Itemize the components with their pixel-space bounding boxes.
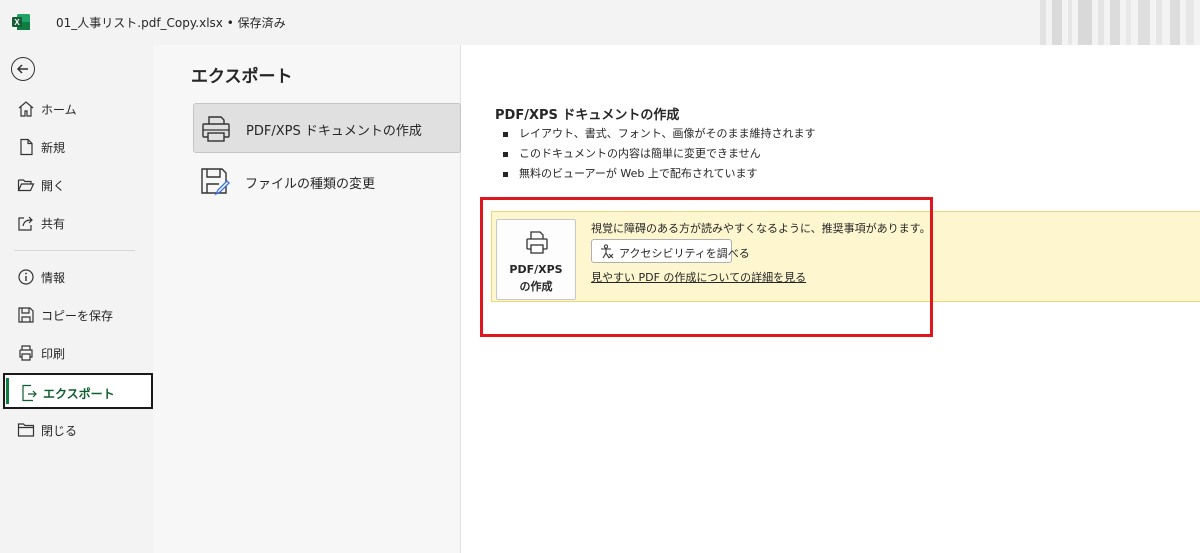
title-separator: • [226, 16, 234, 30]
check-accessibility-button[interactable]: アクセシビリティを調べる [591, 239, 750, 263]
sidebar-item-new[interactable]: 新規 [3, 129, 153, 165]
check-accessibility-label: アクセシビリティを調べる [619, 247, 750, 260]
sidebar-item-print[interactable]: 印刷 [3, 335, 153, 371]
create-pdf-xps-button[interactable]: PDF/XPS の作成 [496, 219, 576, 300]
file-name: 01_人事リスト.pdf_Copy.xlsx [56, 16, 223, 30]
home-icon [18, 101, 34, 117]
accessible-pdf-learn-more-link[interactable]: 見やすい PDF の作成についての詳細を見る [591, 269, 806, 285]
sidebar-item-label: 新規 [41, 141, 66, 155]
pdf-printer-icon [526, 231, 548, 254]
change-file-type-icon [201, 168, 230, 196]
option-label: ファイルの種類の変更 [245, 177, 376, 192]
sidebar-item-label: 印刷 [41, 347, 66, 361]
open-folder-icon [17, 179, 35, 192]
sidebar-item-label: 開く [41, 179, 66, 193]
option-create-pdf-xps[interactable]: PDF/XPS ドキュメントの作成 [193, 103, 461, 153]
sidebar-item-home[interactable]: ホーム [3, 91, 153, 127]
section-title: PDF/XPS ドキュメントの作成 [495, 108, 680, 123]
pdf-printer-icon [202, 116, 230, 142]
window-title: 01_人事リスト.pdf_Copy.xlsx • 保存済み [56, 14, 286, 31]
share-icon [18, 216, 33, 231]
close-folder-icon [17, 423, 35, 437]
print-icon [19, 345, 33, 361]
sidebar-item-open[interactable]: 開く [3, 167, 153, 203]
sidebar-item-label: ホーム [41, 103, 77, 117]
list-item: レイアウト、書式、フォント、画像がそのまま維持されます [495, 125, 816, 145]
new-file-icon [20, 138, 33, 156]
title-bar-decoration [1040, 0, 1194, 45]
accessibility-check-icon [601, 244, 614, 259]
sidebar-item-label: 閉じる [41, 424, 78, 438]
option-change-file-type[interactable]: ファイルの種類の変更 [193, 157, 461, 207]
save-status: 保存済み [237, 16, 286, 30]
sidebar-item-share[interactable]: 共有 [3, 205, 153, 241]
title-bar: X 01_人事リスト.pdf_Copy.xlsx • 保存済み [0, 0, 1200, 45]
pdf-xps-detail: PDF/XPS ドキュメントの作成 レイアウト、書式、フォント、画像がそのまま維… [491, 45, 1200, 553]
list-item: 無料のビューアーが Web 上で配布されています [495, 165, 816, 185]
back-arrow-icon [16, 64, 28, 74]
info-icon [18, 269, 34, 285]
backstage-sidebar: ホーム 新規 開く 共有 情報 コピーを保存 印刷 エクスポート 閉じる [0, 45, 153, 553]
svg-text:X: X [14, 18, 20, 27]
page-title: エクスポート [191, 67, 293, 87]
accessibility-notice: PDF/XPS の作成 視覚に障碍のある方が読みやすくなるように、推奨事項があり… [491, 211, 1200, 302]
export-options-panel: エクスポート PDF/XPS ドキュメントの作成 ファイルの種類の変更 [153, 45, 461, 553]
sidebar-item-label: コピーを保存 [41, 309, 114, 323]
option-label: PDF/XPS ドキュメントの作成 [246, 124, 422, 139]
list-item: このドキュメントの内容は簡単に変更できません [495, 145, 816, 165]
sidebar-item-info[interactable]: 情報 [3, 259, 153, 295]
sidebar-item-save-copy[interactable]: コピーを保存 [3, 297, 153, 333]
feature-list: レイアウト、書式、フォント、画像がそのまま維持されます このドキュメントの内容は… [495, 125, 816, 185]
excel-icon: X [12, 14, 30, 30]
notice-message: 視覚に障碍のある方が読みやすくなるように、推奨事項があります。 [591, 222, 931, 235]
sidebar-divider [14, 250, 135, 251]
main-area: エクスポート PDF/XPS ドキュメントの作成 ファイルの種類の変更 PDF/… [153, 45, 1200, 553]
sidebar-item-label: 共有 [41, 217, 66, 231]
export-icon [22, 384, 37, 402]
sidebar-item-label: 情報 [41, 271, 66, 285]
save-icon [18, 307, 34, 323]
back-button[interactable] [11, 57, 35, 81]
sidebar-item-label: エクスポート [43, 387, 115, 401]
create-button-line1: PDF/XPS [509, 263, 563, 276]
sidebar-item-export[interactable]: エクスポート [3, 373, 153, 409]
create-button-line2: の作成 [519, 280, 553, 293]
sidebar-item-close[interactable]: 閉じる [3, 412, 153, 448]
